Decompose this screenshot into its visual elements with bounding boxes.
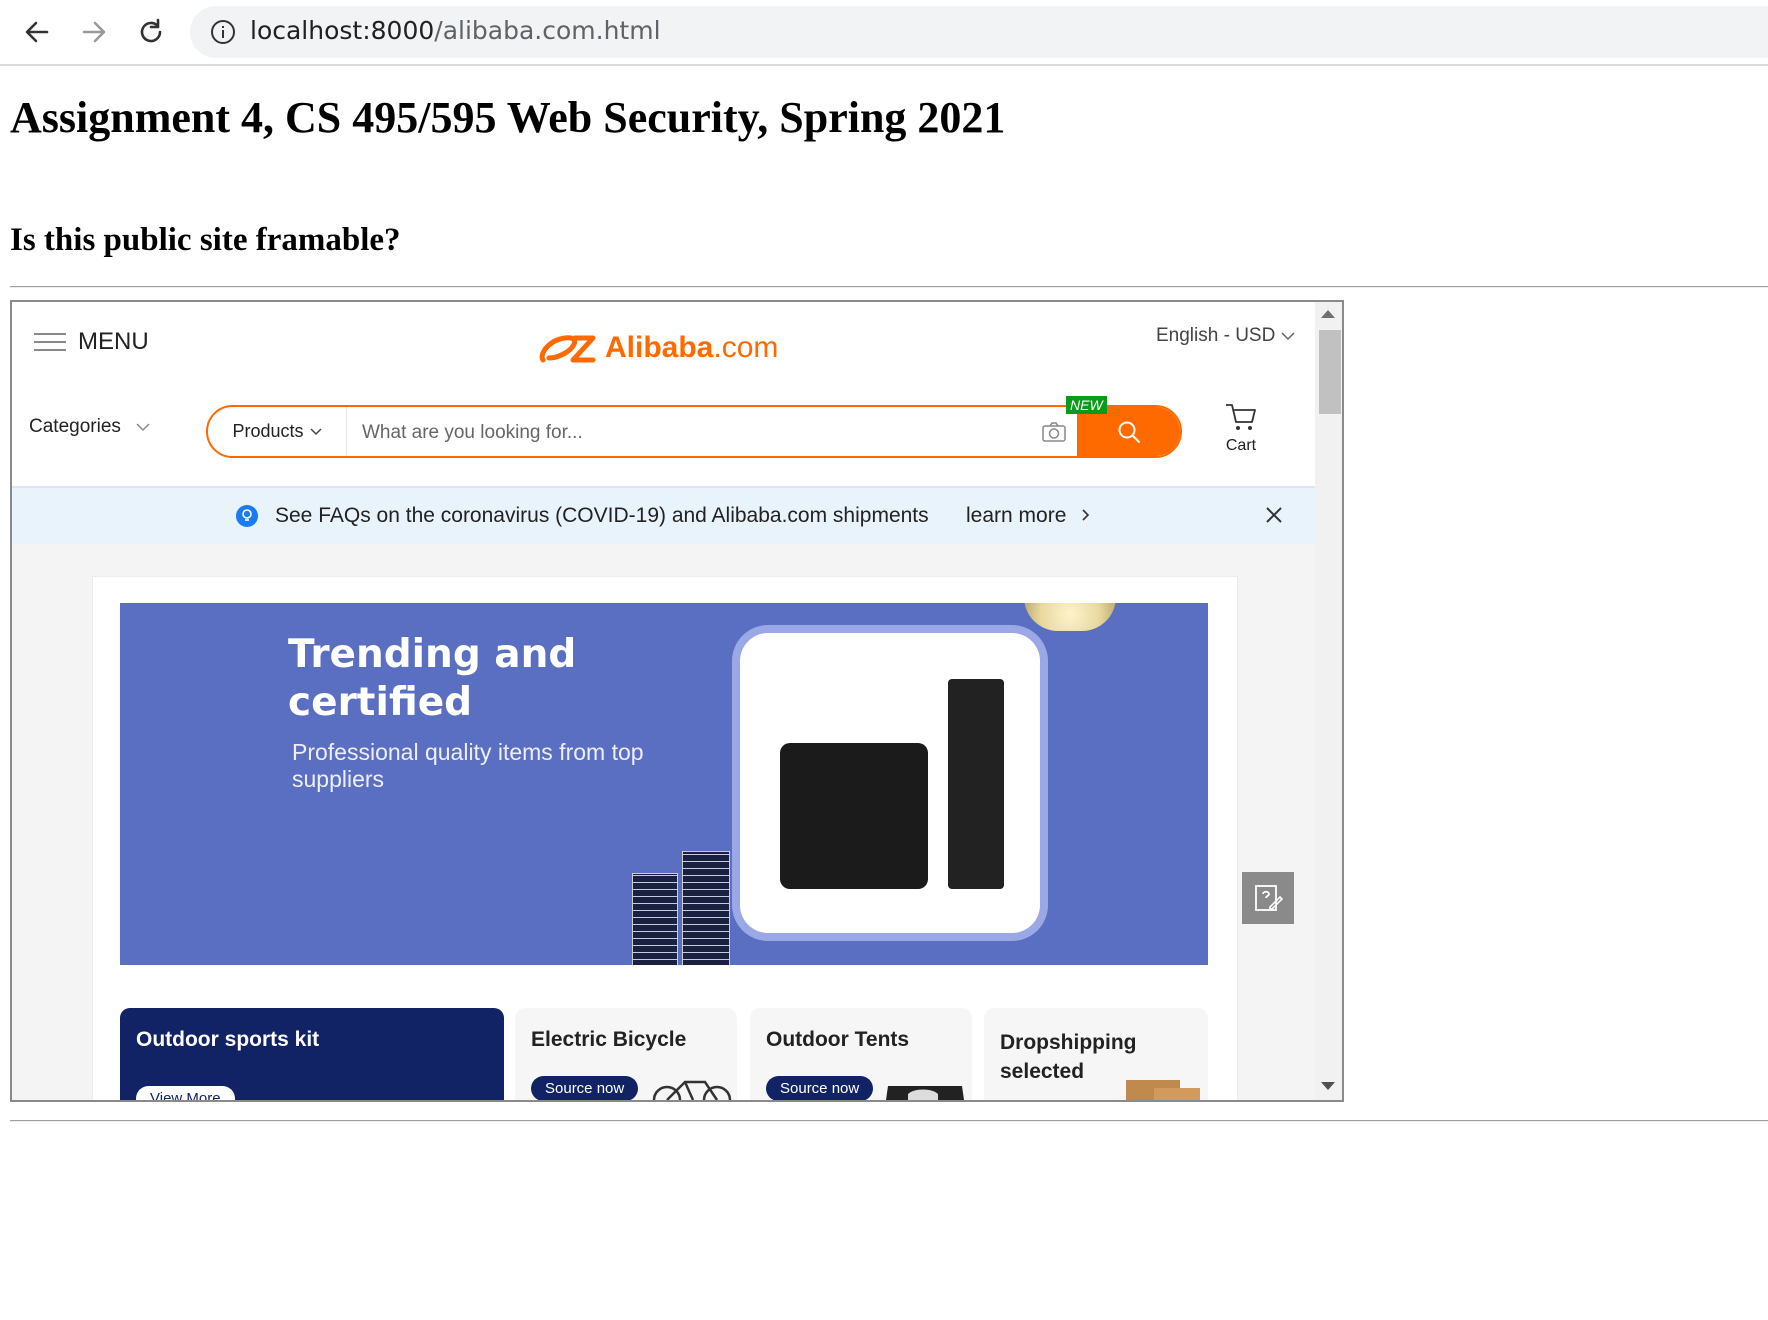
- bicycle-icon: [652, 1080, 732, 1100]
- menu-button[interactable]: MENU: [34, 327, 149, 357]
- cart-icon: [1226, 404, 1256, 430]
- tile-title: Outdoor Tents: [766, 1028, 910, 1051]
- tile-outdoor-sports-kit[interactable]: Outdoor sports kit View More: [120, 1008, 504, 1100]
- bottom-divider: [10, 1120, 1768, 1122]
- covid-notice-text: See FAQs on the coronavirus (COVID-19) a…: [275, 504, 929, 527]
- search-type-label: Products: [232, 421, 304, 441]
- search-input[interactable]: [360, 407, 1044, 456]
- browser-toolbar: localhost:8000/alibaba.com.html: [0, 0, 1768, 66]
- site-header: MENU Alibaba.com English - USD Categorie…: [12, 302, 1315, 486]
- reload-icon: [140, 18, 162, 43]
- categories-label: Categories: [29, 416, 121, 437]
- iframe-scrollbar[interactable]: [1315, 302, 1342, 1100]
- forward-button[interactable]: [74, 12, 114, 52]
- tent-icon: [886, 1086, 964, 1100]
- page-title: Assignment 4, CS 495/595 Web Security, S…: [10, 93, 1006, 142]
- alibaba-logo-icon: [539, 335, 596, 363]
- source-now-button[interactable]: Source now: [531, 1076, 639, 1100]
- search-button[interactable]: [1077, 407, 1180, 456]
- chevron-down-icon: [136, 423, 150, 432]
- tile-title: Electric Bicycle: [531, 1028, 687, 1051]
- url-text[interactable]: localhost:8000/alibaba.com.html: [250, 16, 661, 45]
- back-button[interactable]: [17, 12, 57, 52]
- lightbulb-icon: [236, 505, 258, 527]
- box-icon: [1126, 1080, 1200, 1100]
- close-icon[interactable]: [1263, 504, 1285, 526]
- learn-more-label: learn more: [966, 504, 1067, 527]
- feedback-button[interactable]: [1242, 872, 1294, 924]
- search-bar: Products: [206, 405, 1182, 458]
- camera-icon[interactable]: [1042, 421, 1066, 443]
- banner-title: Trending and certified: [288, 632, 577, 725]
- feedback-icon: [1255, 885, 1283, 911]
- tv-box-product-image: [740, 633, 1040, 933]
- source-now-button[interactable]: Source now: [766, 1076, 874, 1100]
- tile-electric-bicycle[interactable]: Electric Bicycle Source now: [515, 1008, 737, 1100]
- tile-outdoor-tents[interactable]: Outdoor Tents Source now: [750, 1008, 972, 1100]
- reload-button[interactable]: [131, 12, 171, 52]
- address-bar[interactable]: localhost:8000/alibaba.com.html: [190, 6, 1768, 58]
- tile-dropshipping-selected[interactable]: Dropshipping selected: [984, 1008, 1208, 1100]
- scroll-thumb[interactable]: [1319, 330, 1341, 414]
- chevron-down-icon: [1281, 332, 1295, 341]
- language-label: English - USD: [1156, 325, 1276, 346]
- alibaba-iframe[interactable]: MENU Alibaba.com English - USD Categorie…: [10, 300, 1344, 1102]
- promo-banner[interactable]: Trending and certified Professional qual…: [120, 603, 1208, 965]
- logo-text: Alibaba.com: [605, 331, 778, 365]
- menu-label: MENU: [78, 328, 149, 355]
- cart-label: Cart: [1225, 437, 1257, 454]
- categories-dropdown[interactable]: Categories: [29, 416, 150, 438]
- new-badge: NEW: [1066, 396, 1107, 414]
- solar-panel-image: [632, 873, 678, 965]
- scroll-down-arrow-icon[interactable]: [1321, 1082, 1335, 1090]
- info-icon[interactable]: [210, 19, 236, 45]
- remote-control: [948, 679, 1004, 889]
- arrow-right-icon: [82, 21, 106, 43]
- logo-suffix: .com: [713, 331, 779, 364]
- tv-box-device: [780, 743, 928, 889]
- view-more-button[interactable]: View More: [136, 1086, 235, 1100]
- banner-subtitle: Professional quality items from top supp…: [292, 739, 644, 792]
- divider: [10, 286, 1768, 288]
- scroll-up-arrow-icon[interactable]: [1321, 310, 1335, 318]
- covid-notice-bar: See FAQs on the coronavirus (COVID-19) a…: [12, 486, 1315, 544]
- arrow-left-icon: [25, 21, 49, 43]
- url-path: /alibaba.com.html: [434, 16, 661, 45]
- solar-panel-image: [682, 851, 730, 965]
- url-host: localhost:8000: [250, 16, 435, 45]
- chevron-down-icon: [309, 427, 322, 435]
- cart-button[interactable]: Cart: [1224, 402, 1258, 455]
- page-question: Is this public site framable?: [10, 222, 401, 258]
- search-icon: [1118, 421, 1140, 443]
- chandelier-image: [1024, 603, 1116, 631]
- learn-more-link[interactable]: learn more: [966, 504, 1092, 528]
- alibaba-logo[interactable]: Alibaba.com: [537, 328, 778, 368]
- hamburger-icon: [34, 327, 66, 357]
- logo-name: Alibaba: [605, 331, 714, 364]
- chevron-right-icon: [1082, 509, 1090, 521]
- language-currency-selector[interactable]: English - USD: [1156, 325, 1295, 347]
- search-type-dropdown[interactable]: Products: [208, 407, 347, 456]
- tile-title: Outdoor sports kit: [136, 1028, 320, 1051]
